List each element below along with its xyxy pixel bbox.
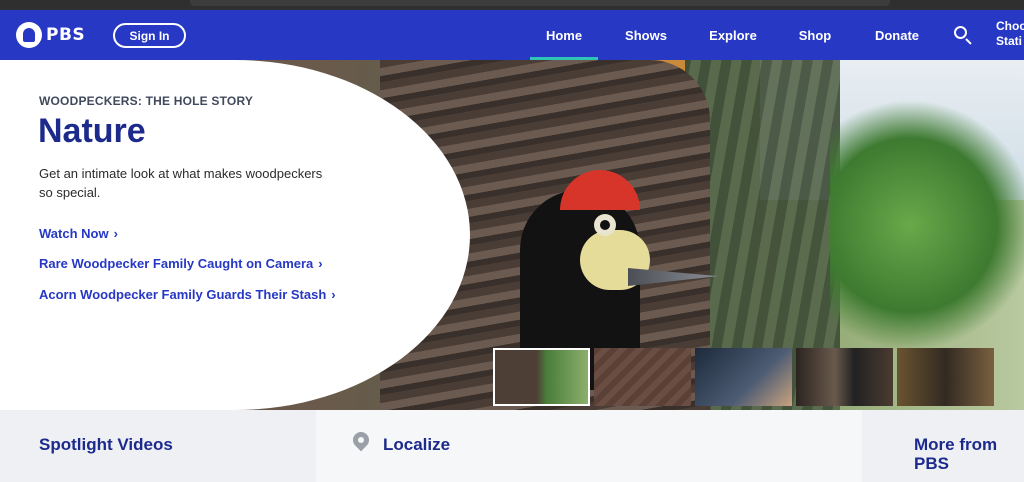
more-from-pbs-section: More from PBS xyxy=(862,410,1024,482)
watch-now-link[interactable]: Watch Now › xyxy=(39,226,118,241)
hero-carousel: WOODPECKERS: THE HOLE STORY Nature Get a… xyxy=(0,60,1024,410)
pbs-logo[interactable]: PBS xyxy=(16,22,85,48)
main-nav: Home Shows Explore Shop Donate xyxy=(530,10,936,60)
spotlight-videos-heading: Spotlight Videos xyxy=(39,435,173,454)
hero-text-panel: WOODPECKERS: THE HOLE STORY Nature Get a… xyxy=(0,60,470,410)
nav-home[interactable]: Home xyxy=(530,10,598,60)
hero-kicker: WOODPECKERS: THE HOLE STORY xyxy=(39,94,254,108)
sign-in-button[interactable]: Sign In xyxy=(113,23,186,48)
acorn-woodpecker-label: Acorn Woodpecker Family Guards Their Sta… xyxy=(39,287,327,302)
spotlight-videos-section: Spotlight Videos xyxy=(0,410,316,482)
carousel-thumbnail-1[interactable] xyxy=(493,348,590,406)
localize-heading: Localize xyxy=(383,435,451,454)
acorn-woodpecker-link[interactable]: Acorn Woodpecker Family Guards Their Sta… xyxy=(39,287,336,302)
watch-now-label: Watch Now xyxy=(39,226,109,241)
more-from-pbs-heading: More from PBS xyxy=(914,435,998,473)
browser-tab-edge xyxy=(190,0,890,6)
carousel-thumbnail-5[interactable] xyxy=(897,348,994,406)
station-label-line-2: Stati xyxy=(996,34,1023,48)
section-headers-row: Spotlight Videos Localize More from PBS xyxy=(0,410,1024,482)
nav-donate[interactable]: Donate xyxy=(858,10,936,60)
hero-title[interactable]: Nature xyxy=(38,112,146,151)
pbs-logo-text: PBS xyxy=(46,25,86,45)
search-icon[interactable] xyxy=(952,24,974,46)
nav-explore[interactable]: Explore xyxy=(694,10,772,60)
carousel-thumbnails xyxy=(493,348,994,406)
nav-shows[interactable]: Shows xyxy=(598,10,694,60)
pbs-logo-icon xyxy=(16,22,42,48)
browser-chrome-strip xyxy=(0,0,1024,10)
rare-woodpecker-link[interactable]: Rare Woodpecker Family Caught on Camera … xyxy=(39,256,323,271)
rare-woodpecker-label: Rare Woodpecker Family Caught on Camera xyxy=(39,256,314,271)
location-pin-icon xyxy=(349,428,373,456)
choose-station-button[interactable]: Choo Stati xyxy=(996,19,1024,49)
site-header: PBS Sign In Home Shows Explore Shop Dona… xyxy=(0,10,1024,60)
chevron-right-icon: › xyxy=(318,256,323,271)
chevron-right-icon: › xyxy=(331,287,336,302)
station-label-line-1: Choo xyxy=(996,19,1024,33)
nav-shop[interactable]: Shop xyxy=(772,10,858,60)
hero-description: Get an intimate look at what makes woodp… xyxy=(39,166,323,200)
localize-section: Localize xyxy=(316,410,862,482)
chevron-right-icon: › xyxy=(113,226,118,241)
carousel-thumbnail-2[interactable] xyxy=(594,348,691,406)
carousel-thumbnail-4[interactable] xyxy=(796,348,893,406)
carousel-thumbnail-3[interactable] xyxy=(695,348,792,406)
